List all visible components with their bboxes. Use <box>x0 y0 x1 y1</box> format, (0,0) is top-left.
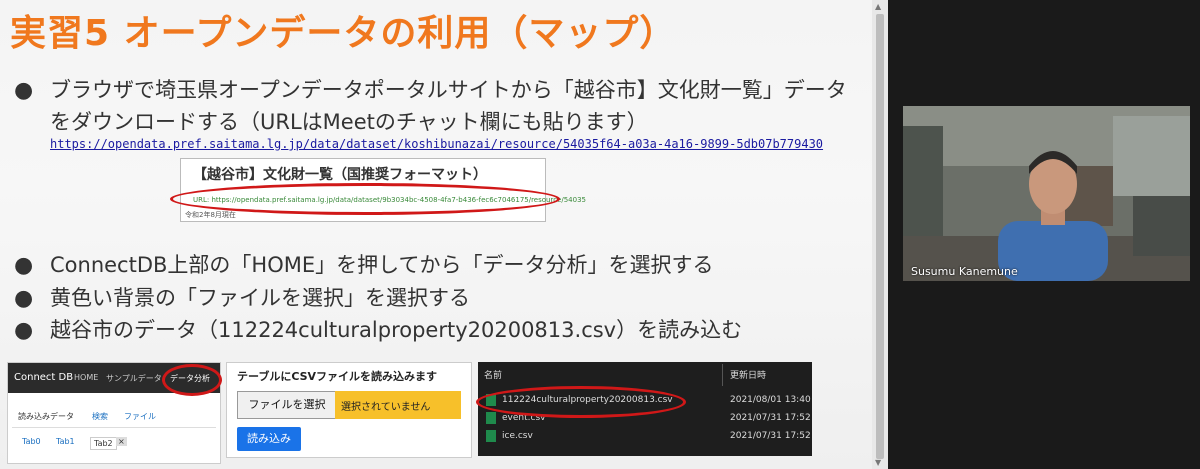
scrollbar-thumb[interactable] <box>876 14 884 459</box>
highlight-oval <box>170 183 560 215</box>
load-button[interactable]: 読み込み <box>237 427 301 451</box>
bullet-dot: ● <box>14 253 34 278</box>
tab-search[interactable]: 検索 <box>92 411 108 422</box>
bullet-1-line2: をダウンロードする（URLはMeetのチャット欄にも貼ります） <box>50 110 648 134</box>
column-name-header[interactable]: 名前 <box>484 368 502 381</box>
highlight-oval-file <box>476 386 686 418</box>
scroll-down-icon[interactable]: ▼ <box>875 458 881 467</box>
bullet-3: 黄色い背景の「ファイルを選択」を選択する <box>50 286 470 310</box>
file-row-name[interactable]: ice.csv <box>502 431 533 441</box>
file-input-area[interactable]: 選択されていません <box>335 391 461 419</box>
tab-file[interactable]: ファイル <box>124 411 156 422</box>
csv-loader-screenshot: テーブルにCSVファイルを読み込みます ファイルを選択 選択されていません 読み… <box>226 362 472 458</box>
choose-file-button[interactable]: ファイルを選択 <box>237 391 337 419</box>
bullet-dot: ● <box>14 286 34 311</box>
bullet-4: 越谷市のデータ（112224culturalproperty20200813.c… <box>50 318 743 342</box>
portal-title: 【越谷市】文化財一覧（国推奨フォーマット） <box>193 167 487 183</box>
file-status: 選択されていません <box>341 402 431 413</box>
file-row-date: 2021/07/31 17:52 <box>730 431 811 441</box>
column-separator <box>722 364 723 386</box>
tab-loaded-data[interactable]: 読み込みデータ <box>18 411 74 422</box>
connectdb-brand[interactable]: Connect DB <box>14 372 73 383</box>
nav-sample-data[interactable]: サンプルデータ <box>106 373 162 384</box>
vertical-scrollbar[interactable]: ▲ ▼ <box>872 0 888 469</box>
bullet-dot: ● <box>14 318 34 343</box>
csv-file-icon <box>486 430 496 442</box>
portal-date: 令和2年8月現在 <box>185 211 236 219</box>
bullet-1-line1: ブラウザで埼玉県オープンデータポータルサイトから「越谷市】文化財一覧」データ <box>50 78 847 102</box>
bullet-2: ConnectDB上部の「HOME」を押してから「データ分析」を選択する <box>50 253 714 277</box>
highlight-oval-nav <box>162 364 222 396</box>
scroll-up-icon[interactable]: ▲ <box>875 2 881 11</box>
presentation-slide: 実習5 オープンデータの利用（マップ） ● ブラウザで埼玉県オープンデータポータ… <box>0 0 872 469</box>
file-row-date: 2021/07/31 17:52 <box>730 413 811 423</box>
tab-1[interactable]: Tab1 <box>56 437 75 446</box>
csv-file-icon <box>486 412 496 424</box>
tab-2[interactable]: Tab2 <box>90 437 117 450</box>
participant-name: Susumu Kanemune <box>911 265 1018 278</box>
dataset-url-link[interactable]: https://opendata.pref.saitama.lg.jp/data… <box>50 137 823 151</box>
bullet-dot: ● <box>14 78 34 103</box>
tab-divider <box>12 427 216 428</box>
participant-video[interactable] <box>903 106 1190 281</box>
slide-title: 実習5 オープンデータの利用（マップ） <box>10 13 677 54</box>
tab-0[interactable]: Tab0 <box>22 437 41 446</box>
csv-loader-title: テーブルにCSVファイルを読み込みます <box>237 370 438 383</box>
video-frame <box>903 106 1190 281</box>
column-date-header[interactable]: 更新日時 <box>730 368 766 381</box>
file-row-date: 2021/08/01 13:40 <box>730 395 811 405</box>
nav-home[interactable]: HOME <box>74 373 98 382</box>
close-tab-icon[interactable]: × <box>116 437 127 446</box>
